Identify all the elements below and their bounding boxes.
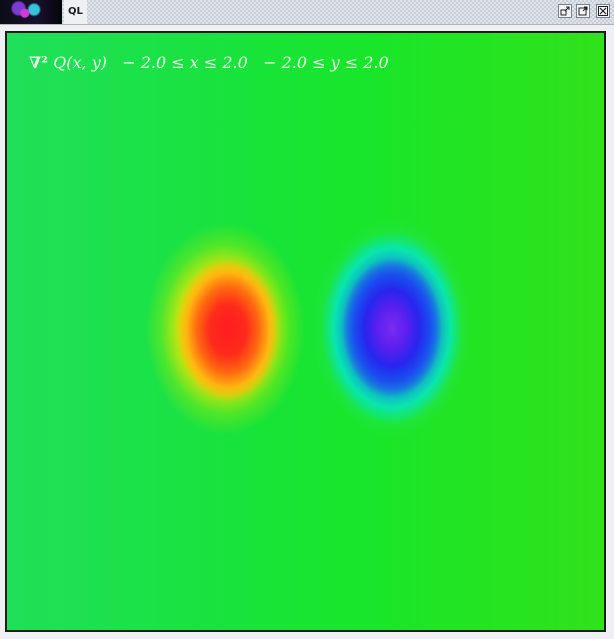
- maximize-icon: [578, 6, 588, 16]
- plot-label: ∇² Q(x, y) − 2.0 ≤ x ≤ 2.0 − 2.0 ≤ y ≤ 2…: [29, 53, 389, 72]
- title-bar[interactable]: QL: [0, 0, 614, 25]
- laplacian-heatmap[interactable]: ∇² Q(x, y) − 2.0 ≤ x ≤ 2.0 − 2.0 ≤ y ≤ 2…: [7, 33, 604, 630]
- app-thumbnail-icon: [0, 0, 62, 24]
- y-range-label: − 2.0 ≤ y ≤ 2.0: [247, 53, 389, 72]
- close-icon: [598, 6, 608, 16]
- app-window: QL ∇² Q(x, y) − 2.0 ≤ x ≤ 2.0 − 2.0 ≤ y …: [0, 0, 614, 639]
- restore-button[interactable]: [558, 4, 572, 18]
- close-button[interactable]: [596, 4, 610, 18]
- window-title: QL: [64, 0, 87, 24]
- function-label: Q(x, y): [48, 53, 107, 72]
- plot-frame: ∇² Q(x, y) − 2.0 ≤ x ≤ 2.0 − 2.0 ≤ y ≤ 2…: [5, 31, 606, 632]
- restore-icon: [560, 6, 570, 16]
- maximize-button[interactable]: [576, 4, 590, 18]
- operator-label: ∇²: [29, 53, 49, 72]
- x-range-label: − 2.0 ≤ x ≤ 2.0: [106, 53, 248, 72]
